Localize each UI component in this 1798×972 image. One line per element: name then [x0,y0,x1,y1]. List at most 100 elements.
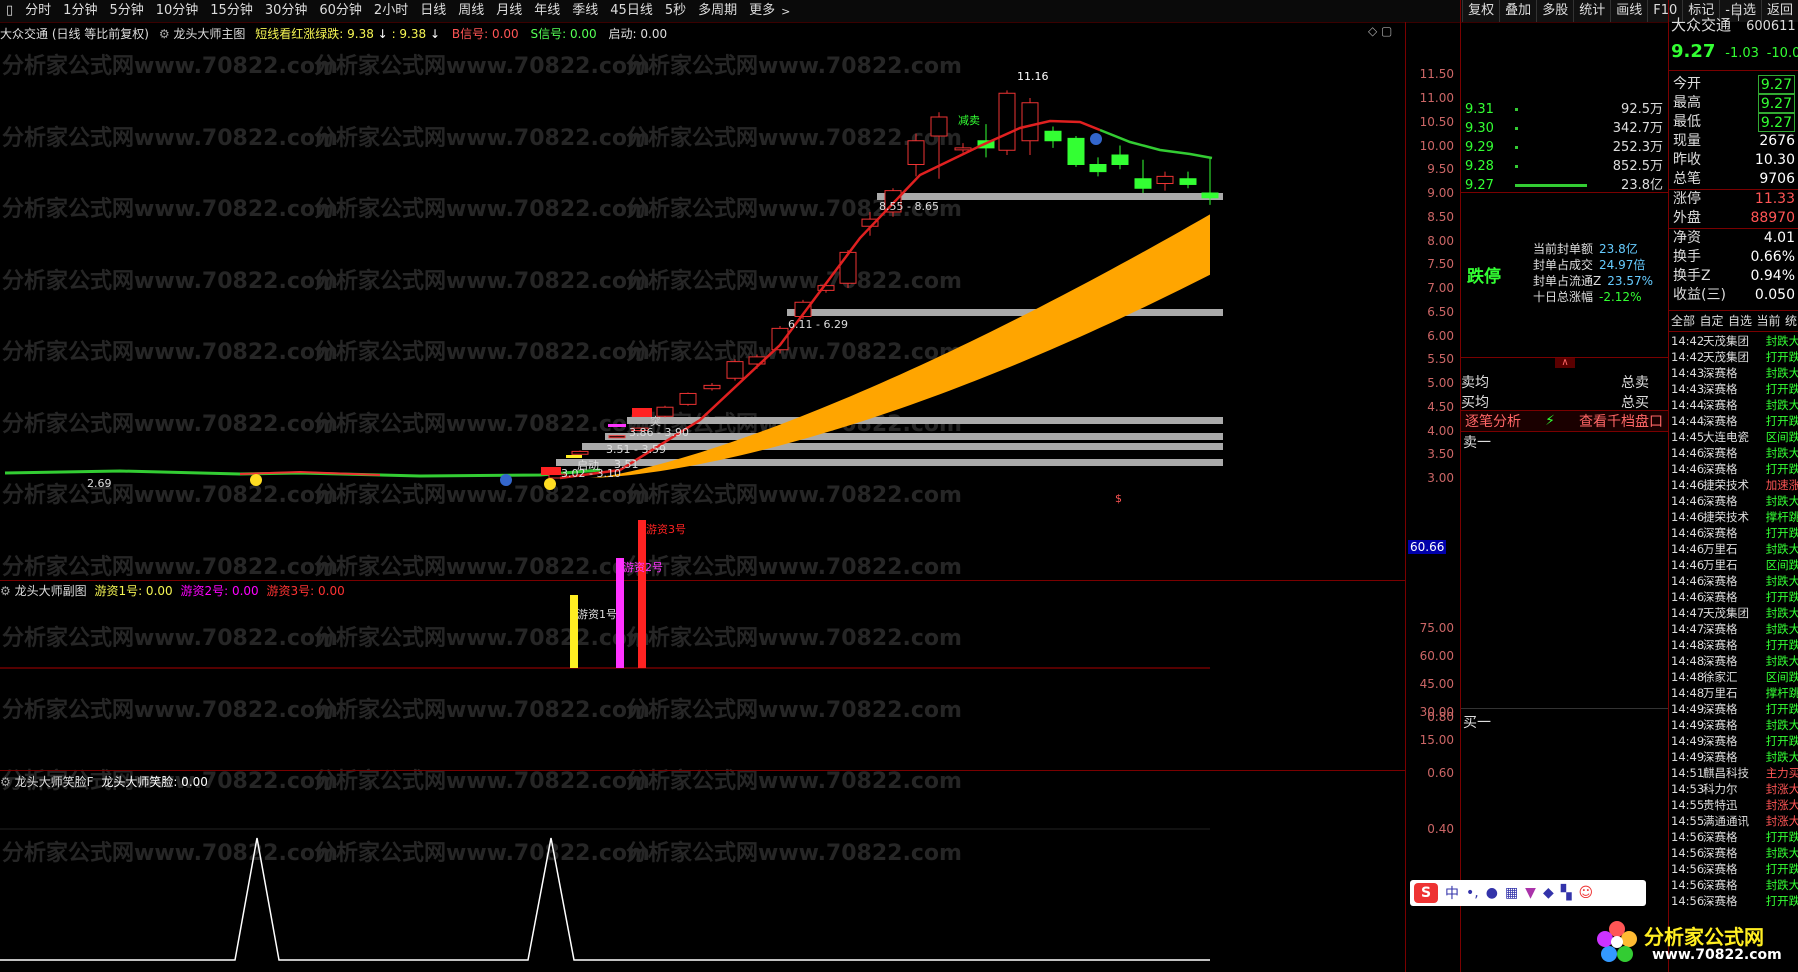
sub2-chart[interactable] [0,770,1405,970]
ime-toolbar[interactable]: S 中 •, ● ▦ ▼ ◆ ▚ ☺ [1410,880,1646,906]
tick-row[interactable]: 14:43 深赛格 打开跌 [1671,381,1798,397]
punct-icon[interactable]: •, [1466,885,1479,901]
level-book-button[interactable]: 查看千档盘口 [1579,411,1663,431]
tick-row[interactable]: 14:49 深赛格 封跌大 [1671,717,1798,733]
tick-name: 深赛格 [1703,622,1738,636]
bid-price: 9.28 [1465,159,1494,174]
tick-row[interactable]: 14:46 深赛格 打开跌 [1671,525,1798,541]
stat-key: 涨停 [1673,191,1701,207]
buy-one-label: 买一 [1463,715,1491,731]
right-tab-0[interactable]: 全部 [1669,311,1697,331]
candle-body [1067,137,1085,165]
tick-row[interactable]: 14:56 深赛格 打开跌 [1671,861,1798,877]
tick-time: 14:48 [1671,638,1705,652]
tick-row[interactable]: 14:51 麒昌科技 主力买 [1671,765,1798,781]
tick-row[interactable]: 14:49 深赛格 打开跌 [1671,701,1798,717]
stat-row: 总笔 9706 [1669,170,1798,190]
stat-row: 今开 9.27 [1669,75,1798,94]
tick-row[interactable]: 14:48 万里石 撑杆跳 [1671,685,1798,701]
tick-row[interactable]: 14:46 万里石 区间跌 [1671,557,1798,573]
tick-row[interactable]: 14:46 深赛格 封跌大 [1671,445,1798,461]
shirt-icon[interactable]: ▼ [1525,885,1536,901]
tick-row[interactable]: 14:42 天茂集团 打开跌 [1671,349,1798,365]
stat-key: 收益(三) [1673,287,1726,303]
sub1-chart[interactable] [0,520,1405,770]
tick-row[interactable]: 14:55 贵特迅 封涨大 [1671,797,1798,813]
stat-row: 昨收 10.30 [1669,151,1798,170]
stat-row: 净资 4.01 [1669,229,1798,248]
tick-row[interactable]: 14:46 捷荣技术 加速涨 [1671,477,1798,493]
tick-row[interactable]: 14:49 深赛格 封跌大 [1671,749,1798,765]
mic-icon[interactable]: ● [1486,885,1498,901]
grid-icon[interactable]: ▚ [1561,885,1572,901]
tick-row[interactable]: 14:46 深赛格 封跌大 [1671,573,1798,589]
tick-row[interactable]: 14:46 万里石 封跌大 [1671,541,1798,557]
collapse-icon[interactable]: ∧ [1555,358,1575,368]
tick-event: 打开跌 [1765,414,1798,428]
y-label-main: 7.50 [1427,257,1454,272]
tick-time: 14:56 [1671,878,1705,892]
stat-key: 换手Z [1673,268,1711,284]
main-chart[interactable]: $ [0,0,1405,585]
tick-row[interactable]: 14:48 深赛格 打开跌 [1671,637,1798,653]
tick-time: 14:46 [1671,558,1705,572]
candle-body [1089,164,1107,173]
keyboard-icon[interactable]: ▦ [1505,885,1518,901]
stat-row: 最低 9.27 [1669,113,1798,132]
stats-panel: 大众交通 T 600611 9.27 -1.03 -10.00 今开9.27最高… [1668,0,1798,972]
tick-row[interactable]: 14:44 深赛格 打开跌 [1671,413,1798,429]
tick-name: 深赛格 [1703,590,1738,604]
sogou-icon[interactable]: S [1414,883,1438,903]
tick-row[interactable]: 14:56 深赛格 打开跌 [1671,893,1798,909]
y-label-main: 4.50 [1427,399,1454,414]
tick-row[interactable]: 14:53 科力尔 封涨大 [1671,781,1798,797]
tick-row[interactable]: 14:43 深赛格 封跌大 [1671,365,1798,381]
tick-row[interactable]: 14:47 深赛格 封跌大 [1671,621,1798,637]
tick-event: 区间跌 [1765,430,1798,444]
tick-row[interactable]: 14:55 满通通讯 封涨大 [1671,813,1798,829]
tick-row[interactable]: 14:45 大连电瓷 区间跌 [1671,429,1798,445]
tick-row[interactable]: 14:46 深赛格 封跌大 [1671,493,1798,509]
tick-row[interactable]: 14:46 深赛格 打开跌 [1671,461,1798,477]
game-icon[interactable]: ◆ [1543,885,1554,901]
candle-body [1044,130,1062,142]
tick-row[interactable]: 14:47 天茂集团 封跌大 [1671,605,1798,621]
stat-value: 0.94% [1750,268,1795,284]
tick-row[interactable]: 14:46 深赛格 打开跌 [1671,589,1798,605]
candle-body [930,116,948,137]
tick-time: 14:49 [1671,734,1705,748]
tick-name: 捷荣技术 [1703,478,1749,492]
right-tab-1[interactable]: 自定 [1697,311,1725,331]
right-tab-3[interactable]: 当前 [1754,311,1782,331]
tick-time: 14:46 [1671,574,1705,588]
tick-time: 14:46 [1671,478,1705,492]
bid-bar [1515,119,1587,138]
tick-row[interactable]: 14:42 天茂集团 封跌大 [1671,333,1798,349]
tick-row[interactable]: 14:56 深赛格 封跌大 [1671,845,1798,861]
tick-time: 14:46 [1671,494,1705,508]
bid-row: 9.28 852.5万 [1461,157,1669,176]
tick-time: 14:45 [1671,430,1705,444]
bid-volume: 252.3万 [1612,140,1663,155]
tick-name: 大连电瓷 [1703,430,1749,444]
tick-time: 14:47 [1671,606,1705,620]
tick-analysis-button[interactable]: 逐笔分析 [1465,411,1521,431]
logo-url: www.70822.com [1652,947,1782,963]
ime-mode[interactable]: 中 [1445,883,1459,903]
tick-row[interactable]: 14:44 深赛格 封跌大 [1671,397,1798,413]
y-label-main: 5.00 [1427,376,1454,390]
tick-event: 封跌大 [1765,846,1798,860]
smiley-icon [250,474,262,486]
seal-key: 封单占成交 [1533,258,1594,272]
seal-value: 24.97倍 [1599,258,1646,272]
right-tab-4[interactable]: 统 [1783,311,1798,331]
tick-row[interactable]: 14:48 深赛格 封跌大 [1671,653,1798,669]
right-tab-2[interactable]: 自选 [1726,311,1754,331]
face-icon[interactable]: ☺ [1579,885,1594,901]
tick-row[interactable]: 14:48 徐家汇 区间跌 [1671,669,1798,685]
tick-row[interactable]: 14:49 深赛格 打开跌 [1671,733,1798,749]
tick-row[interactable]: 14:46 捷荣技术 撑杆跳 [1671,509,1798,525]
tick-row[interactable]: 14:56 深赛格 封跌大 [1671,877,1798,893]
tick-row[interactable]: 14:56 深赛格 打开跌 [1671,829,1798,845]
bid-row: 9.30 342.7万 [1461,119,1669,138]
